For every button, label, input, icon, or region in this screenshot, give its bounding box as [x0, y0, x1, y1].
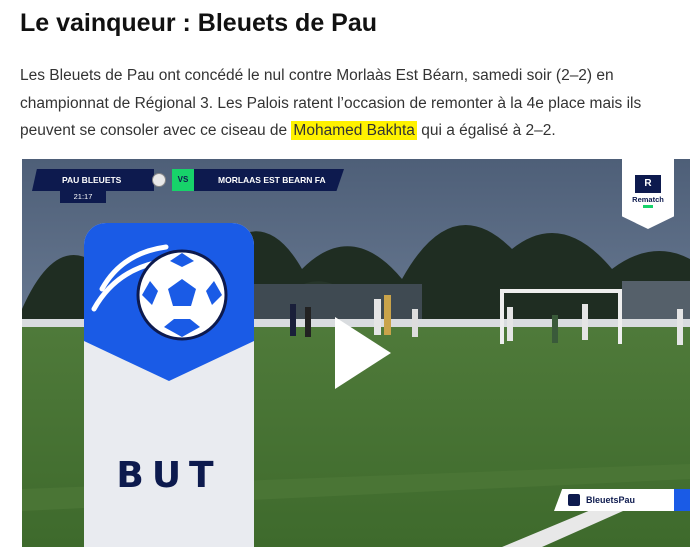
- home-crest-icon: [152, 173, 166, 187]
- club-tag: BleuetsPau: [554, 489, 690, 511]
- home-team-name: PAU BLEUETS: [32, 169, 154, 191]
- goal-card: BUT: [84, 223, 254, 547]
- match-clock: 21:17: [60, 191, 106, 203]
- highlighted-player-name: Mohamed Bakhta: [291, 121, 417, 140]
- rematch-logo: R: [635, 175, 661, 193]
- rematch-watermark: R Rematch: [622, 159, 674, 229]
- club-icon: [568, 494, 580, 506]
- article-paragraph: Les Bleuets de Pau ont concédé le nul co…: [20, 62, 660, 145]
- article-title: Le vainqueur : Bleuets de Pau: [20, 9, 378, 37]
- video-player[interactable]: PAU BLEUETS VS MORLAAS EST BEARN FA 21:1…: [22, 159, 690, 547]
- club-tag-stripe: [674, 489, 690, 511]
- vs-badge: VS: [172, 169, 194, 191]
- paragraph-text-end: qui a égalisé à 2–2.: [416, 122, 556, 139]
- away-team-name: MORLAAS EST BEARN FA: [194, 169, 344, 191]
- live-indicator: [643, 205, 653, 208]
- play-button[interactable]: [327, 313, 397, 393]
- goal-card-label: BUT: [116, 455, 222, 496]
- play-icon: [335, 317, 391, 389]
- club-tag-label: BleuetsPau: [586, 495, 636, 505]
- goal-card-graphic: [84, 223, 254, 381]
- soccer-ball-icon: [136, 249, 228, 341]
- rematch-label: Rematch: [632, 195, 664, 204]
